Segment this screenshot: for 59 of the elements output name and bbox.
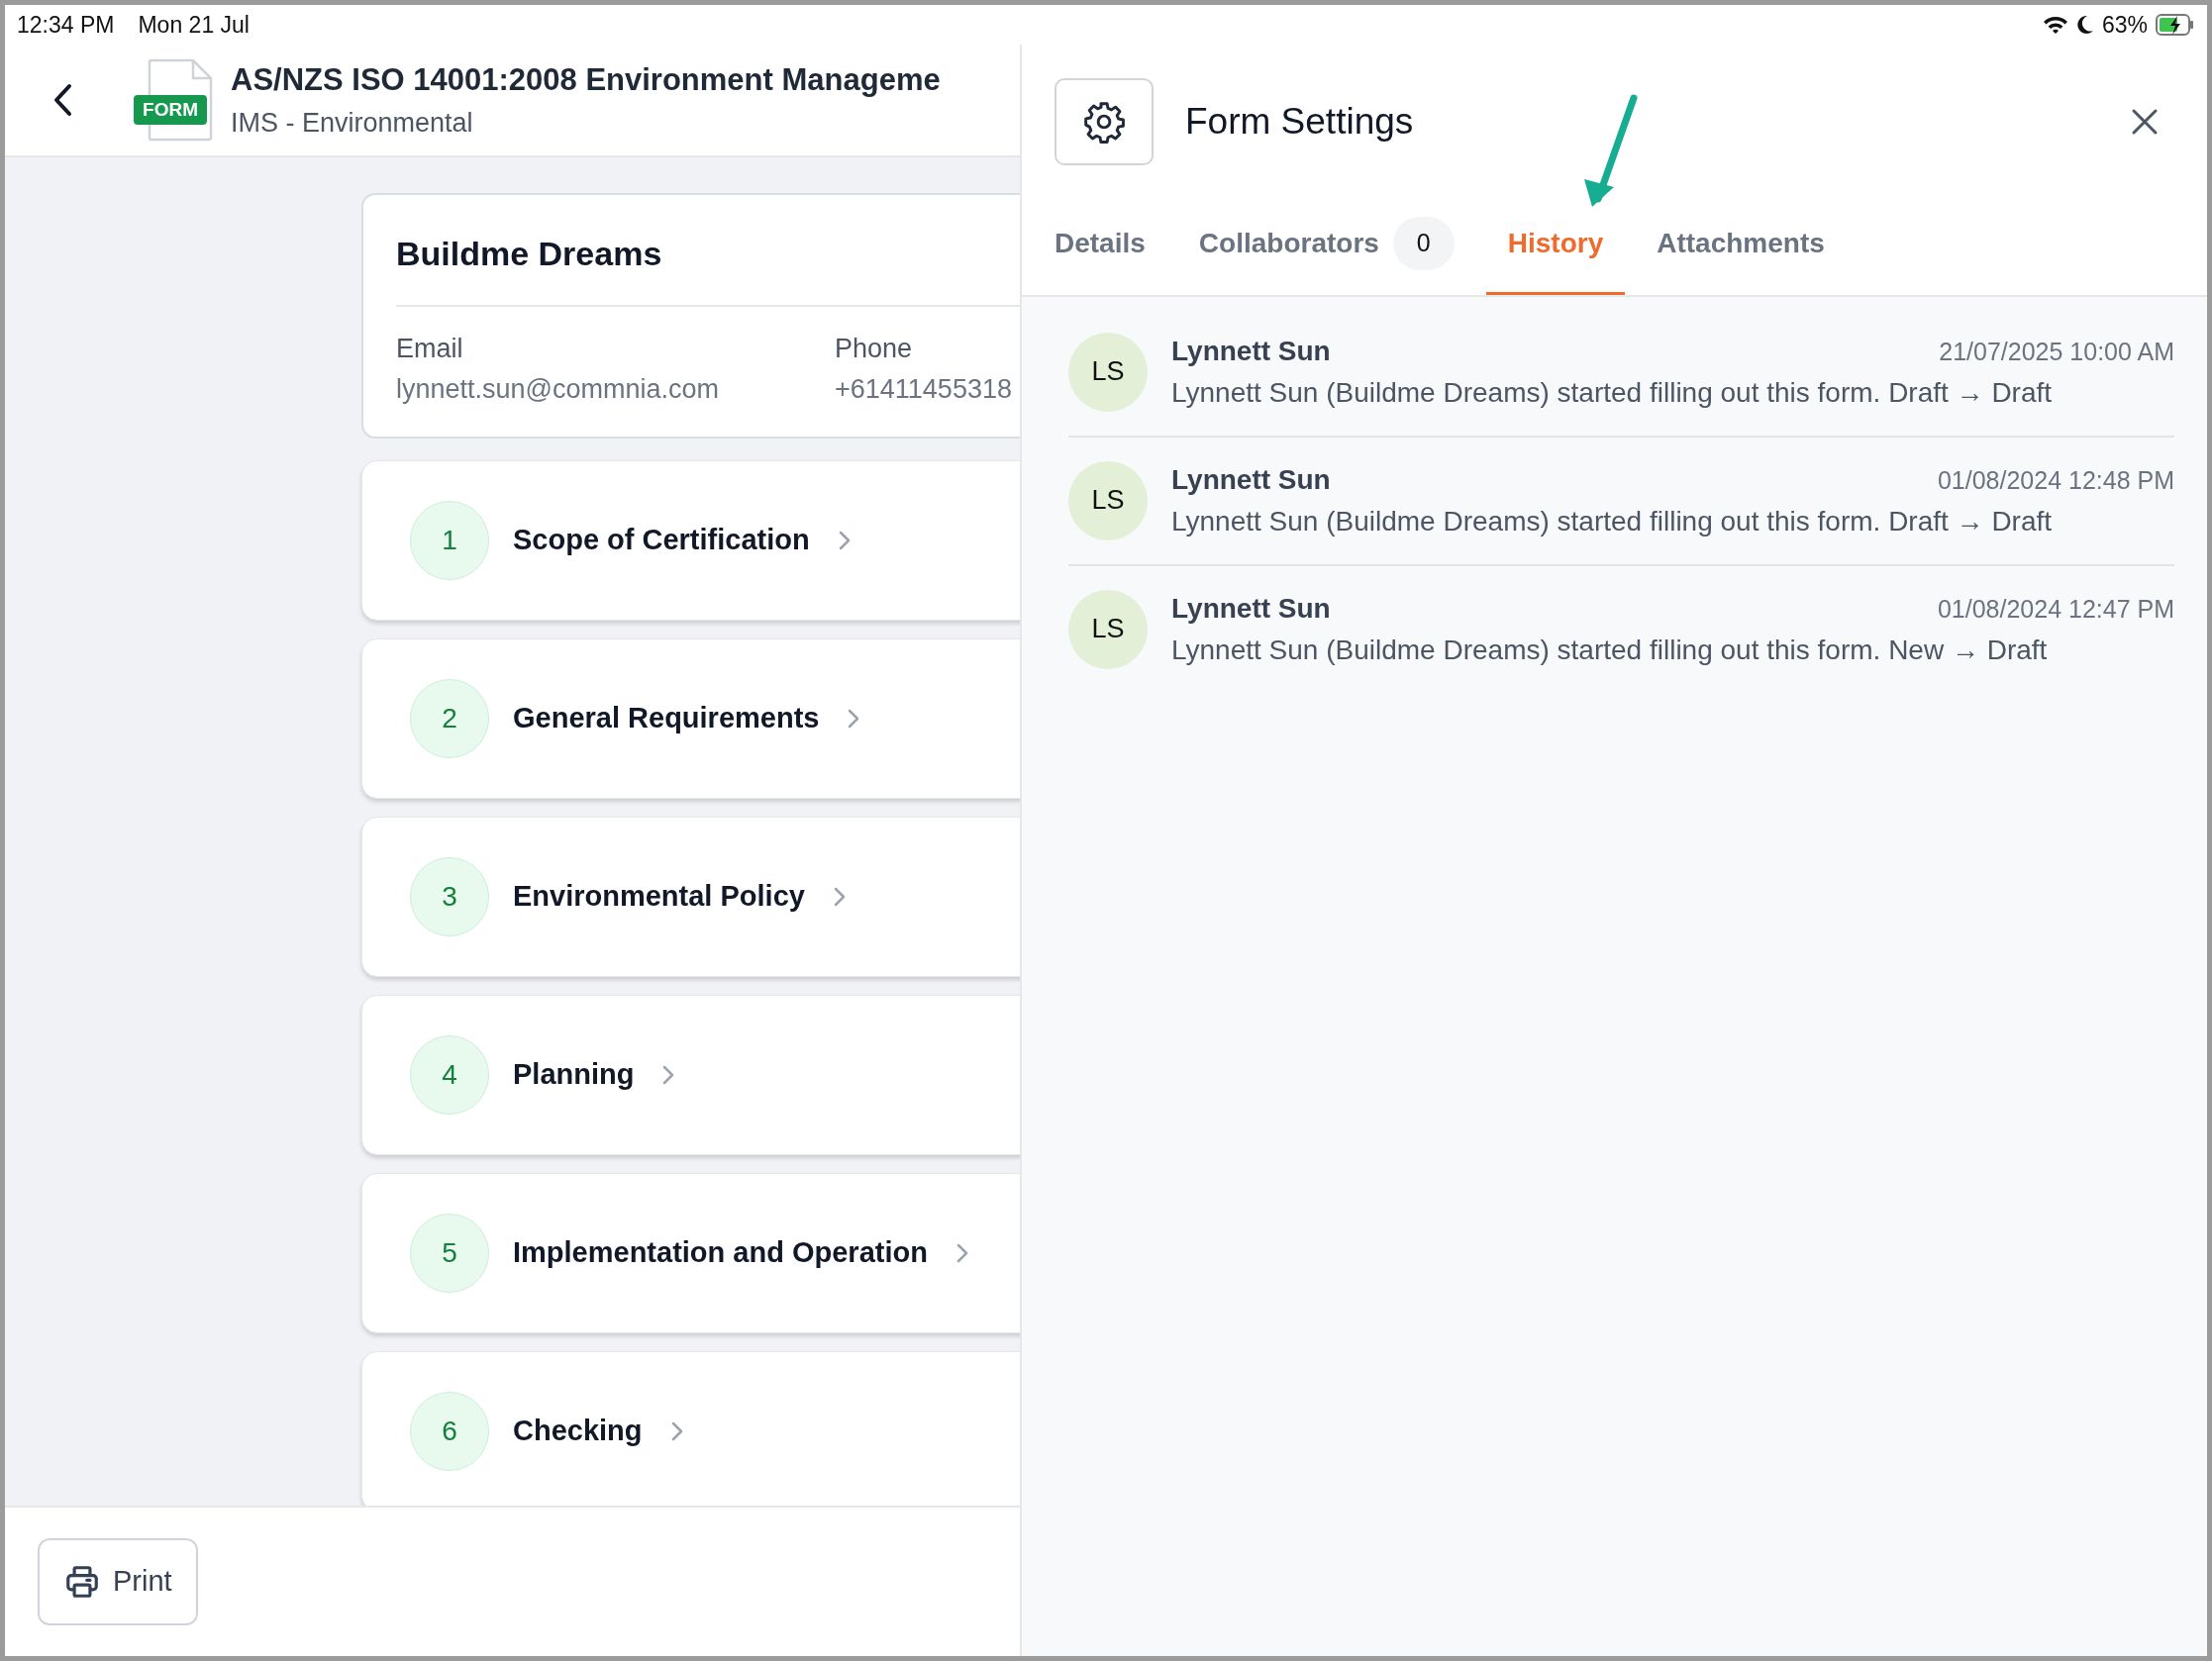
section-number: 5	[410, 1214, 489, 1293]
section-card[interactable]: 1 Scope of Certification	[361, 460, 1020, 621]
history-timestamp: 01/08/2024 12:48 PM	[1937, 464, 2174, 496]
history-user-name: Lynnett Sun	[1171, 591, 1331, 626]
tab[interactable]: Collaborators 0	[1176, 199, 1476, 295]
tab[interactable]: Details	[1033, 199, 1167, 295]
section-title: Environmental Policy	[513, 879, 805, 915]
battery-percentage: 63%	[2101, 10, 2148, 40]
section-card[interactable]: 5 Implementation and Operation	[361, 1173, 1020, 1333]
history-entry-text: Lynnett Sun (Buildme Dreams) started filling out this form. Draft → Draft	[1171, 504, 2054, 538]
history-timestamp: 01/08/2024 12:47 PM	[1937, 593, 2174, 625]
chevron-right-icon	[955, 1242, 969, 1264]
field-value: lynnett.sun@commnia.com	[396, 372, 721, 406]
tab[interactable]: Attachments	[1635, 199, 1847, 295]
section-title: Planning	[513, 1057, 635, 1093]
printer-icon	[63, 1563, 101, 1601]
field-value: +61411455318	[835, 372, 1012, 406]
field-label: Email	[396, 333, 464, 365]
wifi-icon	[2042, 15, 2068, 35]
section-card[interactable]: 4 Planning	[361, 995, 1020, 1155]
form-category: IMS - Environmental	[231, 107, 474, 140]
close-icon[interactable]	[2131, 108, 2159, 136]
history-user-name: Lynnett Sun	[1171, 334, 1331, 368]
history-entry-text: Lynnett Sun (Buildme Dreams) started filling out this form. New → Draft	[1171, 633, 2049, 667]
section-card[interactable]: 3 Environmental Policy	[361, 817, 1020, 977]
moon-icon	[2075, 15, 2094, 35]
section-number: 1	[410, 501, 489, 580]
count-badge: 0	[1392, 217, 1455, 270]
status-time: 12:34 PM	[17, 10, 115, 40]
status-date: Mon 21 Jul	[138, 10, 250, 40]
history-entry-text: Lynnett Sun (Buildme Dreams) started filling out this form. Draft → Draft	[1171, 375, 2054, 410]
section-title: Checking	[513, 1414, 643, 1449]
section-title: General Requirements	[513, 701, 820, 736]
section-number: 2	[410, 679, 489, 758]
field-label: Phone	[835, 333, 914, 365]
settings-icon	[1082, 100, 1126, 144]
print-button[interactable]: Print	[38, 1538, 198, 1625]
chevron-right-icon	[669, 1420, 684, 1442]
section-number: 4	[410, 1035, 489, 1115]
avatar: LS	[1068, 460, 1148, 540]
avatar: LS	[1068, 332, 1148, 412]
chevron-right-icon	[847, 708, 861, 730]
history-user-name: Lynnett Sun	[1171, 462, 1331, 497]
section-number: 3	[410, 857, 489, 936]
avatar: LS	[1068, 589, 1148, 669]
settings-button[interactable]	[1055, 78, 1154, 165]
battery-icon	[2156, 14, 2195, 36]
section-title: Implementation and Operation	[513, 1235, 928, 1271]
chevron-right-icon	[837, 530, 852, 551]
panel-title: Form Settings	[1185, 100, 1414, 145]
section-title: Scope of Certification	[513, 523, 810, 558]
back-icon[interactable]	[52, 83, 74, 117]
chevron-right-icon	[832, 886, 847, 908]
form-title: AS/NZS ISO 14001:2008 Environment Manageme	[231, 60, 941, 99]
history-timestamp: 21/07/2025 10:00 AM	[1939, 336, 2174, 367]
section-number: 6	[410, 1392, 489, 1471]
section-card[interactable]: 2 General Requirements	[361, 638, 1020, 799]
section-card[interactable]: 6 Checking	[361, 1351, 1020, 1506]
chevron-right-icon	[661, 1064, 676, 1086]
